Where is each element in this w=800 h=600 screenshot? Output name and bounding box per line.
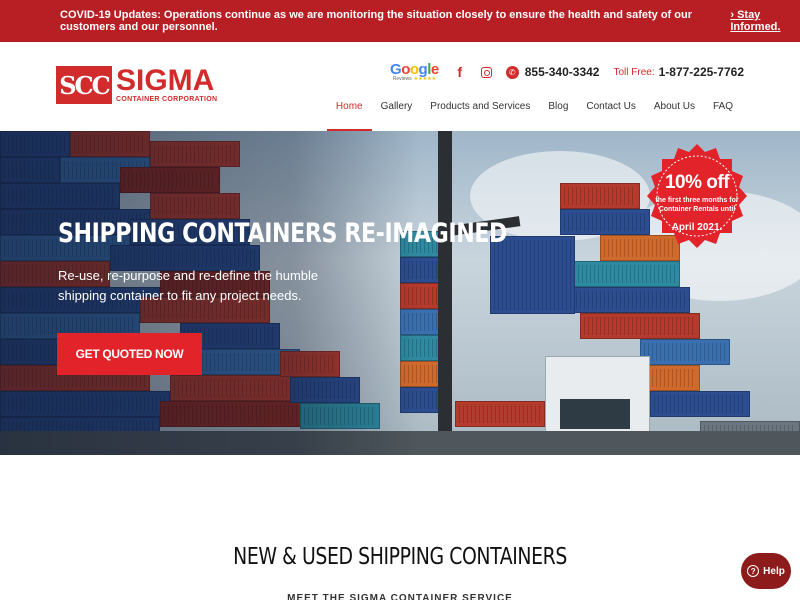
stay-informed-link[interactable]: › Stay Informed. <box>730 9 800 33</box>
nav-contact-us[interactable]: Contact Us <box>577 100 644 131</box>
covid-alert-bar: COVID-19 Updates: Operations continue as… <box>0 0 800 42</box>
help-label: Help <box>763 565 785 577</box>
phone-link[interactable]: ✆ 855-340-3342 <box>505 65 600 79</box>
tollfree-number: 1-877-225-7762 <box>658 65 744 79</box>
brand-name: SIGMA <box>116 64 215 97</box>
truck-window <box>560 399 630 429</box>
section-title: NEW & USED SHIPPING CONTAINERS <box>233 544 567 570</box>
logo[interactable]: SCC SIGMA CONTAINER CORPORATION <box>56 66 217 104</box>
phone-icon: ✆ <box>505 65 519 79</box>
promo-discount: 10% off <box>664 172 730 193</box>
instagram-icon[interactable] <box>480 66 492 78</box>
brand-subtitle: CONTAINER CORPORATION <box>116 96 218 103</box>
get-quoted-button[interactable]: GET QUOTED NOW <box>57 333 202 375</box>
google-logo: Google <box>390 61 439 78</box>
facebook-icon[interactable]: f <box>453 64 467 80</box>
section-subtitle: MEET THE SIGMA CONTAINER SERVICE <box>287 593 513 600</box>
help-button[interactable]: ? Help <box>741 553 791 589</box>
promo-details: the first three months for Container Ren… <box>655 197 739 213</box>
site-header: SCC SIGMA CONTAINER CORPORATION Google R… <box>0 42 800 131</box>
phone-number: 855-340-3342 <box>524 65 600 79</box>
main-nav: Home Gallery Products and Services Blog … <box>326 100 742 131</box>
google-stars: ★★★★★ <box>413 76 437 82</box>
tollfree-label: Toll Free: <box>613 66 655 78</box>
google-reviews-label: Reviews <box>392 76 412 82</box>
nav-blog[interactable]: Blog <box>539 100 577 131</box>
alert-text: COVID-19 Updates: Operations continue as… <box>60 9 693 33</box>
nav-products-and-services[interactable]: Products and Services <box>421 100 539 131</box>
google-reviews-badge[interactable]: Google Reviews ★★★★★ <box>390 62 439 82</box>
hero-description: Re-use, re-purpose and re-define the hum… <box>58 268 319 303</box>
help-icon: ? <box>747 565 760 577</box>
promo-date: April 2021. <box>671 222 723 233</box>
crane <box>438 131 452 455</box>
logo-text: SIGMA CONTAINER CORPORATION <box>116 64 218 104</box>
promo-badge[interactable]: 10% off the first three months for Conta… <box>645 142 749 266</box>
tollfree-link[interactable]: Toll Free: 1-877-225-7762 <box>613 65 744 79</box>
nav-home[interactable]: Home <box>326 100 372 131</box>
nav-about-us[interactable]: About Us <box>645 100 704 131</box>
header-contact-bar: Google Reviews ★★★★★ f ✆ 855-340-3342 Tol… <box>390 62 744 82</box>
nav-gallery[interactable]: Gallery <box>372 100 422 131</box>
hero-title: SHIPPING CONTAINERS RE-IMAGINED <box>58 218 508 249</box>
logo-mark: SCC <box>56 66 112 104</box>
nav-faq[interactable]: FAQ <box>704 100 742 131</box>
